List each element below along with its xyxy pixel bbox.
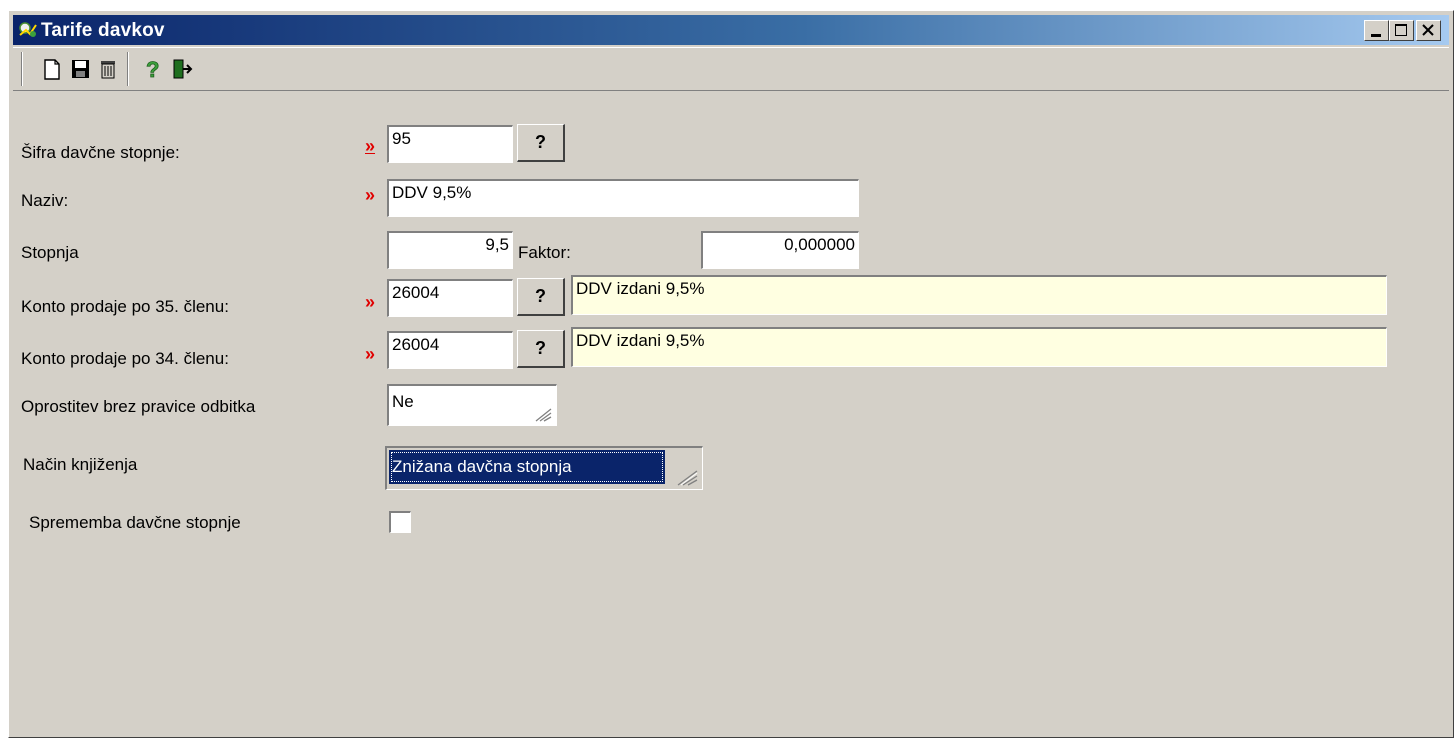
- help-button[interactable]: ?: [139, 56, 165, 82]
- faktor-label: Faktor:: [518, 243, 571, 262]
- nacin-selected-item: Znižana davčna stopnja: [389, 450, 665, 484]
- konto34-input[interactable]: 26004: [387, 331, 513, 369]
- exit-door-icon: [173, 59, 193, 79]
- exit-button[interactable]: [169, 56, 195, 82]
- maximize-button[interactable]: [1389, 20, 1414, 41]
- required-marker: »: [365, 136, 376, 156]
- new-button[interactable]: [39, 56, 65, 82]
- sifra-input[interactable]: 95: [387, 125, 513, 163]
- sprememba-checkbox[interactable]: [389, 511, 411, 533]
- title-bar[interactable]: Tarife davkov: [13, 15, 1449, 45]
- konto35-lookup-button[interactable]: ?: [517, 278, 565, 316]
- toolbar: ?: [13, 47, 1449, 91]
- minimize-icon: [1371, 34, 1381, 37]
- oprostitev-label: Oprostitev brez pravice odbitka: [21, 397, 256, 416]
- konto34-lookup-button[interactable]: ?: [517, 330, 565, 368]
- required-marker: »: [365, 344, 376, 364]
- minimize-button[interactable]: [1364, 20, 1389, 41]
- konto34-label: Konto prodaje po 34. členu:: [21, 349, 229, 368]
- required-marker: »: [365, 292, 376, 312]
- new-document-icon: [44, 59, 60, 80]
- help-question-icon: ?: [146, 57, 160, 82]
- nacin-value: Znižana davčna stopnja: [392, 457, 572, 476]
- save-button[interactable]: [67, 56, 93, 82]
- sifra-label: Šifra davčne stopnje:: [21, 143, 180, 162]
- close-button[interactable]: [1416, 20, 1441, 41]
- dropdown-grip-icon: [677, 470, 698, 486]
- naziv-label: Naziv:: [21, 191, 69, 210]
- close-icon: [1422, 24, 1434, 36]
- maximize-icon: [1395, 24, 1407, 36]
- konto35-description: DDV izdani 9,5%: [571, 275, 1387, 315]
- konto35-label: Konto prodaje po 35. členu:: [21, 297, 229, 316]
- oprostitev-value: Ne: [392, 392, 414, 411]
- sprememba-label: Sprememba davčne stopnje: [29, 513, 241, 532]
- faktor-input[interactable]: 0,000000: [701, 231, 859, 269]
- konto35-input[interactable]: 26004: [387, 279, 513, 317]
- app-icon: [17, 19, 39, 41]
- tariff-window: Tarife davkov ? Šifra davčne stopnje: » …: [8, 10, 1454, 738]
- sifra-lookup-button[interactable]: ?: [517, 124, 565, 162]
- nacin-label: Način knjiženja: [23, 455, 138, 474]
- nacin-select[interactable]: Znižana davčna stopnja: [385, 446, 703, 490]
- save-disk-icon: [72, 60, 89, 78]
- naziv-input[interactable]: DDV 9,5%: [387, 179, 859, 217]
- oprostitev-select[interactable]: Ne: [387, 384, 557, 426]
- required-marker: »: [365, 185, 376, 205]
- toolbar-separator: [127, 52, 129, 86]
- toolbar-grip: [21, 52, 23, 86]
- window-title: Tarife davkov: [41, 20, 165, 41]
- stopnja-label: Stopnja: [21, 243, 79, 262]
- stopnja-input[interactable]: 9,5: [387, 231, 513, 269]
- svg-text:?: ?: [146, 57, 159, 82]
- delete-trash-icon: [101, 61, 115, 79]
- dropdown-grip-icon: [535, 408, 552, 422]
- konto34-description: DDV izdani 9,5%: [571, 327, 1387, 367]
- delete-button[interactable]: [95, 56, 121, 82]
